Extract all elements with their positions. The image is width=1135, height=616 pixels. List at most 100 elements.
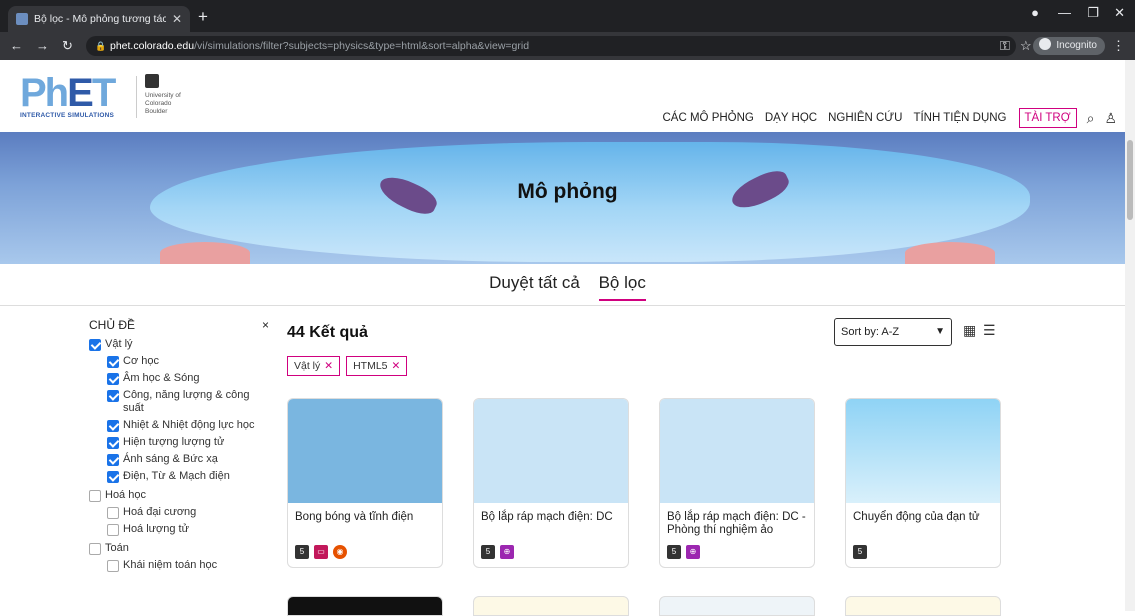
browse-tabs: Duyệt tất cả Bộ lọc — [0, 264, 1135, 306]
incognito-badge[interactable]: Incognito — [1033, 37, 1105, 55]
checkbox-icon[interactable] — [107, 373, 119, 385]
checkbox-icon[interactable] — [89, 490, 101, 502]
lock-icon: 🔒 — [95, 41, 107, 51]
filter-physics-item[interactable]: Ánh sáng & Bức xạ — [107, 453, 269, 466]
search-icon[interactable]: ⌕ — [1087, 110, 1095, 127]
sim-title: Chuyển động của đạn tử — [853, 511, 980, 523]
chip-label: HTML5 — [353, 360, 388, 372]
filter-physics-item[interactable]: Cơ học — [107, 355, 269, 368]
filter-math[interactable]: Toán — [89, 542, 269, 555]
tab-filter[interactable]: Bộ lọc — [598, 273, 646, 301]
profile-dot-icon[interactable]: ● — [1031, 5, 1039, 20]
tab-browse-all[interactable]: Duyệt tất cả — [489, 273, 580, 293]
cu-mark-icon — [145, 74, 159, 88]
sim-thumbnail — [846, 399, 1000, 503]
filter-physics-item[interactable]: Điện, Từ & Mạch điện — [107, 470, 269, 483]
browser-tab-strip: Bộ lọc - Mô phỏng tương tác Ph ✕ + ● — ❐… — [0, 0, 1135, 32]
nav-teaching[interactable]: DẠY HỌC — [765, 112, 817, 124]
star-icon[interactable]: ☆ — [1020, 38, 1032, 54]
reload-icon[interactable]: ↻ — [62, 38, 73, 54]
sim-thumbnail — [288, 399, 442, 503]
grid-view-icon[interactable]: ▦ — [963, 322, 976, 339]
filter-physics[interactable]: Vật lý — [89, 338, 269, 351]
coral-right-illustration — [905, 242, 995, 264]
sim-card[interactable]: Bong bóng và tĩnh điện 5 ▭ ◉ — [287, 398, 443, 568]
checkbox-icon[interactable] — [107, 390, 119, 402]
back-arrow-icon[interactable]: ← — [10, 38, 23, 53]
filter-math-item[interactable]: Khái niệm toán học — [107, 559, 269, 572]
url-path: /vi/simulations/filter?subjects=physics&… — [194, 40, 530, 52]
close-filter-icon[interactable]: × — [262, 318, 269, 332]
filter-label: Vật lý — [105, 338, 133, 350]
checkbox-icon[interactable] — [107, 524, 119, 536]
donate-button[interactable]: TÀI TRỢ — [1018, 108, 1077, 128]
browser-menu-icon[interactable]: ⋮ — [1112, 38, 1125, 54]
remove-chip-icon[interactable]: ✕ — [392, 360, 401, 372]
list-view-icon[interactable]: ☰ — [983, 322, 996, 339]
filter-physics-item[interactable]: Âm học & Sóng — [107, 372, 269, 385]
filter-physics-item[interactable]: Nhiệt & Nhiệt động lực học — [107, 419, 269, 432]
page-title: Mô phỏng — [517, 180, 618, 203]
sim-thumbnail — [474, 399, 628, 503]
scrollbar-thumb[interactable] — [1127, 140, 1133, 220]
filter-physics-item[interactable]: Công, năng lượng & công suất — [107, 389, 269, 415]
filter-chemistry-item[interactable]: Hoá đại cương — [107, 506, 269, 519]
key-icon[interactable]: ⚿ — [1000, 38, 1010, 54]
close-tab-icon[interactable]: ✕ — [172, 12, 182, 26]
user-icon[interactable]: ♙ — [1104, 110, 1117, 127]
magnifier-icon: ⊕ — [500, 545, 514, 559]
chip-physics[interactable]: Vật lý ✕ — [287, 356, 341, 376]
maximize-icon[interactable]: ❐ — [1087, 5, 1099, 21]
forward-arrow-icon[interactable]: → — [36, 38, 49, 53]
checkbox-icon[interactable] — [107, 471, 119, 483]
chip-label: Vật lý — [294, 360, 321, 372]
cu-logo[interactable]: University of Colorado Boulder — [145, 74, 189, 116]
chip-html5[interactable]: HTML5 ✕ — [346, 356, 408, 376]
logo-wordmark: PhET — [20, 71, 116, 115]
page-scrollbar[interactable] — [1125, 60, 1135, 611]
remove-chip-icon[interactable]: ✕ — [324, 360, 333, 372]
cu-text: University of Colorado Boulder — [145, 92, 181, 115]
checkbox-icon[interactable] — [107, 356, 119, 368]
checkbox-icon[interactable] — [107, 560, 119, 572]
main-nav: CÁC MÔ PHỎNG DẠY HỌC NGHIÊN CỨU TÍNH TIỆ… — [652, 108, 1117, 128]
nav-research[interactable]: NGHIÊN CỨU — [828, 112, 902, 124]
checkbox-icon[interactable] — [107, 420, 119, 432]
phet-favicon-icon — [16, 13, 28, 25]
filter-chemistry-item[interactable]: Hoá lượng tử — [107, 523, 269, 536]
sim-card-partial[interactable] — [845, 596, 1001, 616]
filter-label: Hoá học — [105, 489, 146, 501]
sim-card[interactable]: Bộ lắp ráp mạch điện: DC - Phòng thí ngh… — [659, 398, 815, 568]
checkbox-icon[interactable] — [107, 437, 119, 449]
checkbox-icon[interactable] — [89, 339, 101, 351]
phet-logo[interactable]: PhET INTERACTIVE SIMULATIONS — [20, 71, 140, 122]
checkbox-icon[interactable] — [107, 454, 119, 466]
html5-icon: 5 — [853, 545, 867, 559]
filter-label: Cơ học — [123, 355, 159, 367]
sim-card-partial[interactable] — [473, 596, 629, 616]
sim-card[interactable]: Chuyển động của đạn tử 5 — [845, 398, 1001, 568]
close-window-icon[interactable]: ✕ — [1114, 5, 1125, 21]
incognito-label: Incognito — [1056, 40, 1097, 51]
filter-label: Ánh sáng & Bức xạ — [123, 453, 218, 465]
url-bar[interactable]: 🔒 phet.colorado.edu/vi/simulations/filte… — [86, 36, 1016, 56]
orange-activity-icon: ◉ — [333, 545, 347, 559]
logo-divider — [136, 76, 137, 118]
sim-thumbnail — [660, 399, 814, 503]
sim-card-partial[interactable] — [659, 596, 815, 616]
filter-physics-item[interactable]: Hiện tượng lượng tử — [107, 436, 269, 449]
nav-accessibility[interactable]: TÍNH TIỆN DỤNG — [913, 112, 1006, 124]
checkbox-icon[interactable] — [107, 507, 119, 519]
filter-label: Nhiệt & Nhiệt động lực học — [123, 419, 255, 431]
sort-select[interactable]: Sort by: A-Z ▼ — [834, 318, 952, 346]
browser-tab[interactable]: Bộ lọc - Mô phỏng tương tác Ph ✕ — [8, 6, 190, 32]
active-filter-chips: Vật lý ✕ HTML5 ✕ — [287, 356, 413, 376]
filter-label: Toán — [105, 542, 129, 554]
minimize-icon[interactable]: — — [1058, 5, 1071, 20]
sim-card[interactable]: Bộ lắp ráp mạch điện: DC 5 ⊕ — [473, 398, 629, 568]
checkbox-icon[interactable] — [89, 543, 101, 555]
filter-chemistry[interactable]: Hoá học — [89, 489, 269, 502]
new-tab-icon[interactable]: + — [198, 7, 208, 27]
sim-card-partial[interactable] — [287, 596, 443, 616]
nav-simulations[interactable]: CÁC MÔ PHỎNG — [663, 112, 754, 124]
